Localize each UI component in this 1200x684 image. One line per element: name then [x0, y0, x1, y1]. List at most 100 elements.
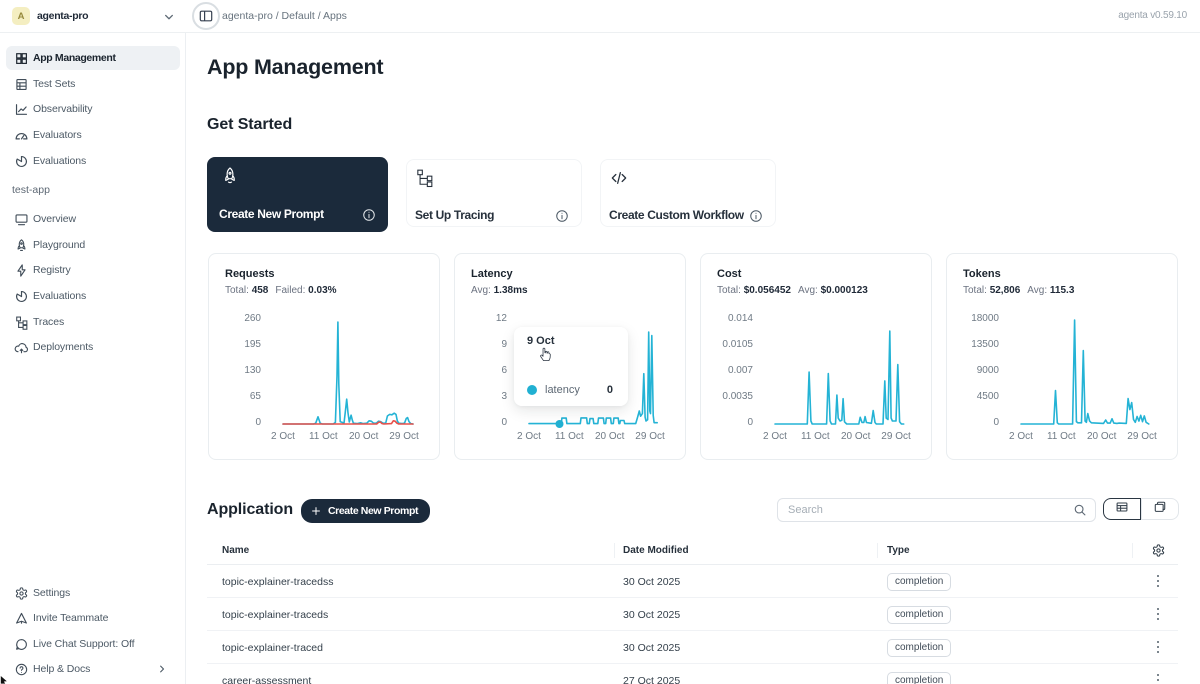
chevron-right-icon: [156, 663, 168, 675]
hovered-point-marker: [556, 420, 564, 428]
plus-icon: [311, 506, 321, 516]
card-view-button[interactable]: [1141, 498, 1179, 520]
cell-type: completion: [887, 664, 951, 684]
series-requests: [283, 322, 413, 424]
type-badge: completion: [887, 672, 951, 684]
arrow-cursor: [0, 676, 8, 684]
main-content: App Management Get Started Create New Pr…: [186, 33, 1200, 684]
row-menu-button[interactable]: [1149, 671, 1167, 684]
sidebar: App Management Test Sets Observability E…: [0, 33, 186, 684]
info-icon[interactable]: [749, 209, 763, 223]
sidebar-item-evaluations[interactable]: Evaluations: [6, 284, 180, 308]
stat-card-requests: RequestsTotal: 458Failed: 0.03%260195130…: [208, 253, 440, 460]
cell-name: topic-explainer-tracedss: [222, 565, 333, 598]
hand-cursor: [538, 346, 553, 362]
lightning-icon: [14, 263, 29, 278]
type-badge: completion: [887, 573, 951, 591]
get-started-card-create-custom-workflow[interactable]: Create Custom Workflow: [600, 159, 776, 227]
kebab-icon: [1157, 575, 1160, 588]
info-icon[interactable]: [555, 209, 569, 223]
sidebar-item-settings[interactable]: Settings: [6, 581, 180, 605]
table-row[interactable]: career-assessment 27 Oct 2025 completion: [207, 664, 1178, 684]
chart-donut-icon: [14, 154, 29, 169]
project-section-label: test-app: [12, 184, 50, 196]
sidebar-item-live-chat-support-off[interactable]: Live Chat Support: Off: [6, 632, 180, 656]
type-badge: completion: [887, 639, 951, 657]
stat-card-tokens: TokensTotal: 52,806Avg: 115.318000135009…: [946, 253, 1178, 460]
sidebar-item-traces[interactable]: Traces: [6, 310, 180, 334]
table-view-icon: [1115, 500, 1129, 519]
row-menu-button[interactable]: [1149, 638, 1167, 656]
cell-date-modified: 27 Oct 2025: [623, 664, 680, 684]
table-header: Name Date Modified Type: [207, 536, 1178, 565]
cards-view-icon: [1153, 500, 1167, 519]
search-box: [777, 498, 1096, 522]
table-row[interactable]: topic-explainer-traceds 30 Oct 2025 comp…: [207, 598, 1178, 631]
stat-card-cost: CostTotal: $0.056452Avg: $0.0001230.0140…: [700, 253, 932, 460]
cell-name: topic-explainer-traceds: [222, 598, 328, 631]
sidebar-item-test-sets[interactable]: Test Sets: [6, 72, 180, 96]
table-row[interactable]: topic-explainer-tracedss 30 Oct 2025 com…: [207, 565, 1178, 598]
sidebar-item-observability[interactable]: Observability: [6, 97, 180, 121]
sidebar-item-registry[interactable]: Registry: [6, 258, 180, 282]
chart-line-icon: [14, 102, 29, 117]
org-avatar[interactable]: A: [12, 7, 30, 25]
get-started-card-label: Set Up Tracing: [415, 208, 494, 222]
rocket-icon: [220, 166, 240, 186]
sidebar-item-app-management[interactable]: App Management: [6, 46, 180, 70]
column-type[interactable]: Type: [887, 536, 910, 565]
get-started-heading: Get Started: [207, 116, 292, 134]
row-menu-button[interactable]: [1149, 605, 1167, 623]
invite-icon: [14, 611, 29, 626]
row-menu-button[interactable]: [1149, 572, 1167, 590]
kebab-icon: [1157, 641, 1160, 654]
sidebar-item-deployments[interactable]: Deployments: [6, 335, 180, 359]
sidebar-item-evaluations[interactable]: Evaluations: [6, 149, 180, 173]
get-started-card-create-new-prompt[interactable]: Create New Prompt: [207, 157, 388, 232]
sidebar-item-evaluators[interactable]: Evaluators: [6, 123, 180, 147]
cloud-up-icon: [14, 340, 29, 355]
squares-four-icon: [14, 51, 29, 66]
tree-icon: [415, 168, 435, 188]
sidebar-item-playground[interactable]: Playground: [6, 233, 180, 257]
search-icon[interactable]: [1073, 503, 1087, 517]
chart-tooltip: 9 Oct latency 0: [514, 327, 628, 406]
cursor-highlight-ring: [192, 2, 220, 30]
applications-table: Name Date Modified Type topic-explainer-…: [207, 536, 1178, 684]
get-started-card-label: Create Custom Workflow: [609, 208, 744, 222]
table-row[interactable]: topic-explainer-traced 30 Oct 2025 compl…: [207, 631, 1178, 664]
gear-icon: [14, 586, 29, 601]
table-view-button[interactable]: [1103, 498, 1141, 520]
create-new-prompt-button[interactable]: Create New Prompt: [301, 499, 430, 523]
breadcrumb[interactable]: agenta-pro / Default / Apps: [222, 10, 347, 22]
search-input[interactable]: [788, 499, 1058, 521]
tooltip-series-name: latency: [545, 384, 580, 396]
chart-canvas: [701, 254, 933, 461]
cell-date-modified: 30 Oct 2025: [623, 598, 680, 631]
top-bar: A agenta-pro agenta-pro / Default / Apps…: [0, 0, 1200, 33]
cell-date-modified: 30 Oct 2025: [623, 631, 680, 664]
chevron-down-icon[interactable]: [162, 10, 176, 24]
table-settings-gear-icon[interactable]: [1151, 543, 1166, 558]
org-name[interactable]: agenta-pro: [37, 10, 88, 22]
info-icon[interactable]: [362, 208, 376, 222]
tooltip-series-dot: [527, 385, 537, 395]
gauge-icon: [14, 128, 29, 143]
kebab-icon: [1157, 608, 1160, 621]
sidebar-item-invite-teammate[interactable]: Invite Teammate: [6, 606, 180, 630]
column-name[interactable]: Name: [222, 536, 249, 565]
column-date-modified[interactable]: Date Modified: [623, 536, 689, 565]
cell-date-modified: 30 Oct 2025: [623, 565, 680, 598]
question-icon: [14, 662, 29, 677]
get-started-card-set-up-tracing[interactable]: Set Up Tracing: [406, 159, 582, 227]
sidebar-item-help-docs[interactable]: Help & Docs: [6, 657, 180, 681]
application-heading: Application: [207, 501, 293, 519]
rocket-small-icon: [14, 238, 29, 253]
type-badge: completion: [887, 606, 951, 624]
sidebar-item-overview[interactable]: Overview: [6, 207, 180, 231]
header-separator: [877, 543, 878, 558]
page-title: App Management: [207, 55, 383, 80]
chat-icon: [14, 637, 29, 652]
chart-donut-icon: [14, 289, 29, 304]
app-window: A agenta-pro agenta-pro / Default / Apps…: [0, 0, 1200, 684]
